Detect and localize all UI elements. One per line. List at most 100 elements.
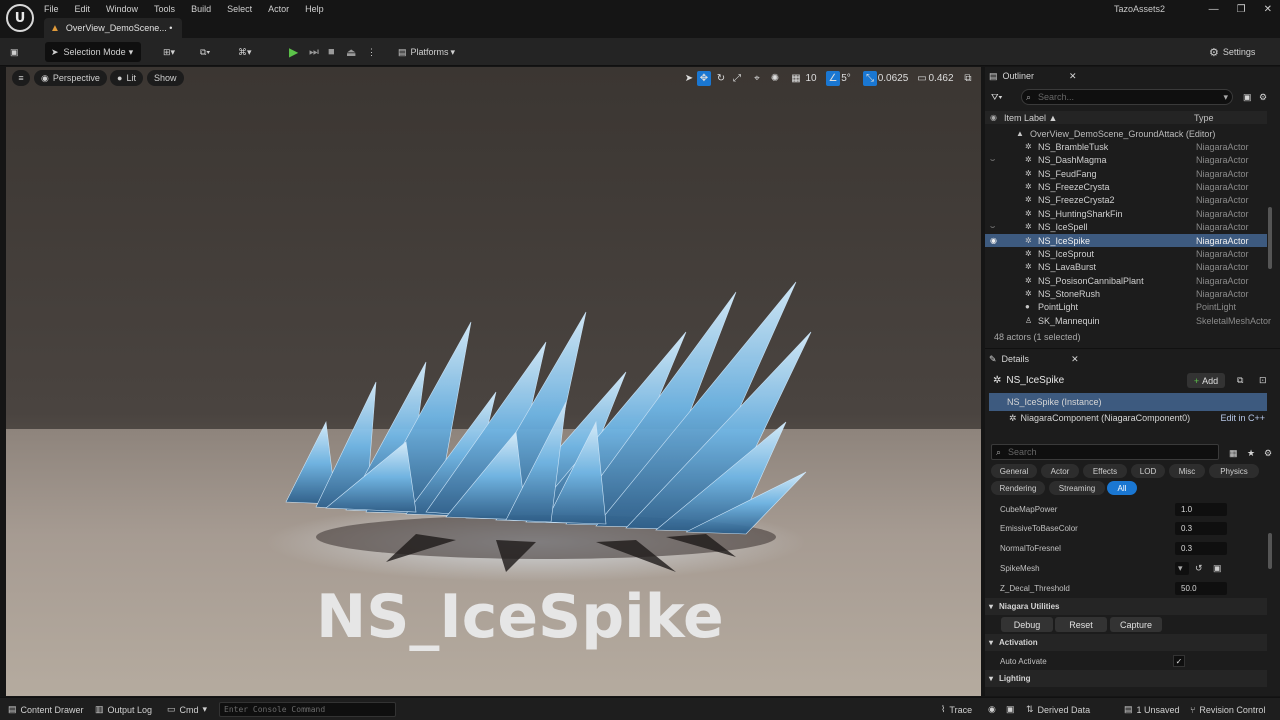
hidden-eye-icon[interactable]: ⌣ xyxy=(990,222,995,232)
category-general[interactable]: General xyxy=(991,464,1037,478)
cmd-button[interactable]: ▭ Cmd ▾ xyxy=(167,702,207,717)
platforms-button[interactable]: ▤ Platforms ▾ xyxy=(398,42,468,62)
section-lighting[interactable]: ▾ Lighting xyxy=(985,670,1267,687)
outliner-row[interactable]: ✲ NS_FreezeCrysta2 NiagaraActor xyxy=(985,193,1267,206)
favorites-star-icon[interactable]: ★ xyxy=(1247,444,1259,462)
blueprint-icon[interactable]: ⧉▾ xyxy=(200,42,224,62)
checkbox-checked-icon[interactable]: ✓ xyxy=(1173,655,1185,667)
menu-help[interactable]: Help xyxy=(305,4,324,14)
menu-file[interactable]: File xyxy=(44,4,59,14)
outliner-scrollbar[interactable] xyxy=(1268,207,1272,269)
add-folder-icon[interactable]: ▣ xyxy=(1243,88,1255,106)
details-search-input[interactable]: ⌕ Search xyxy=(991,444,1219,460)
play-icon[interactable]: ▶ xyxy=(289,42,303,62)
show-button[interactable]: Show xyxy=(147,70,184,86)
menu-tools[interactable]: Tools xyxy=(154,4,175,14)
perspective-button[interactable]: ◉ Perspective xyxy=(34,70,107,86)
outliner-row[interactable]: ♙ SK_Mannequin SkeletalMeshActor xyxy=(985,314,1271,327)
capture-button[interactable]: Capture xyxy=(1110,617,1162,632)
menu-edit[interactable]: Edit xyxy=(75,4,91,14)
add-actor-icon[interactable]: ⊞▾ xyxy=(163,42,187,62)
tab-details[interactable]: ✎ Details ✕ xyxy=(989,350,1089,368)
scale-tool-icon[interactable]: ⤢ xyxy=(730,71,744,86)
outliner-row[interactable]: ✲ NS_LavaBurst NiagaraActor xyxy=(985,260,1267,273)
level-tab[interactable]: ▲ OverView_DemoScene... • xyxy=(44,18,182,38)
col-item-label[interactable]: Item Label ▲ xyxy=(1004,113,1057,123)
close-tab-icon[interactable]: ✕ xyxy=(1069,71,1077,82)
settings-button[interactable]: ⚙ Settings xyxy=(1209,42,1273,62)
level-viewport[interactable]: NS_IceSpike ≡ ◉ Perspective ● Lit Show ➤… xyxy=(6,67,981,696)
maximize-viewport-icon[interactable]: ⧉ xyxy=(961,71,975,86)
translate-tool-icon[interactable]: ✥ xyxy=(697,71,711,86)
minimize-icon[interactable]: — xyxy=(1209,4,1219,15)
derived-data-button[interactable]: ⇅ Derived Data xyxy=(1026,702,1090,717)
unsaved-button[interactable]: ▤ 1 Unsaved xyxy=(1124,702,1180,717)
outliner-settings-icon[interactable]: ⚙ xyxy=(1259,88,1271,106)
record-icon[interactable]: ◉ xyxy=(988,702,996,717)
table-view-icon[interactable]: ▦ xyxy=(1229,444,1241,462)
rotation-snap-icon[interactable]: ∠ xyxy=(826,71,840,86)
save-icon[interactable]: ▣ xyxy=(10,42,24,62)
eject-icon[interactable]: ⏏ xyxy=(346,42,360,62)
lit-button[interactable]: ● Lit xyxy=(110,70,143,86)
content-drawer-button[interactable]: ▤ Content Drawer xyxy=(8,702,84,717)
prop-value-input[interactable]: 0.3 xyxy=(1175,521,1227,535)
category-streaming[interactable]: Streaming xyxy=(1049,481,1105,495)
prop-value-input[interactable]: 1.0 xyxy=(1175,502,1227,516)
add-component-button[interactable]: + Add xyxy=(1187,373,1225,388)
filter-icon[interactable]: ⛛▾ xyxy=(991,88,1015,106)
details-settings-icon[interactable]: ⚙ xyxy=(1264,444,1276,462)
menu-actor[interactable]: Actor xyxy=(268,4,289,14)
rotation-snap-value[interactable]: 5° xyxy=(840,71,852,86)
outliner-row-selected[interactable]: ◉ ✲ NS_IceSpike NiagaraActor xyxy=(985,234,1267,247)
outliner-root-row[interactable]: ▲ OverView_DemoScene_GroundAttack (Edito… xyxy=(985,127,1267,140)
section-activation[interactable]: ▾ Activation xyxy=(985,634,1267,651)
viewport-menu-icon[interactable]: ≡ xyxy=(12,70,30,86)
category-misc[interactable]: Misc xyxy=(1169,464,1205,478)
eye-icon[interactable]: ◉ xyxy=(990,236,997,245)
edit-in-cpp-link[interactable]: Edit in C++ xyxy=(1220,413,1265,423)
category-actor[interactable]: Actor xyxy=(1041,464,1079,478)
play-options-icon[interactable]: ⋮ xyxy=(367,42,376,62)
outliner-row[interactable]: ✲ NS_HuntingSharkFin NiagaraActor xyxy=(985,207,1267,220)
advance-frame-icon[interactable]: ⏭ xyxy=(309,42,323,62)
chevron-down-icon[interactable]: ▾ xyxy=(1178,563,1183,574)
grid-snap-icon[interactable]: ▦ xyxy=(789,71,803,86)
hidden-eye-icon[interactable]: ⌣ xyxy=(990,155,995,165)
reset-button[interactable]: Reset xyxy=(1055,617,1107,632)
outliner-row[interactable]: ✲ NS_IceSprout NiagaraActor xyxy=(985,247,1267,260)
browse-folder-icon[interactable]: ▣ xyxy=(1213,563,1222,574)
outliner-row[interactable]: ⌣ ✲ NS_DashMagma NiagaraActor xyxy=(985,153,1267,166)
revision-control-button[interactable]: ⑂ Revision Control xyxy=(1190,702,1265,717)
details-scrollbar[interactable] xyxy=(1268,533,1272,569)
debug-button[interactable]: Debug xyxy=(1001,617,1053,632)
menu-build[interactable]: Build xyxy=(191,4,211,14)
camera-speed-value[interactable]: 0.462 xyxy=(928,71,954,86)
category-physics[interactable]: Physics xyxy=(1209,464,1259,478)
prop-value-input[interactable]: 50.0 xyxy=(1175,581,1227,595)
outliner-row[interactable]: ✲ NS_FeudFang NiagaraActor xyxy=(985,167,1267,180)
coordinate-space-icon[interactable]: ⌖ xyxy=(750,71,764,86)
stop-icon[interactable]: ■ xyxy=(328,42,342,62)
stats-icon[interactable]: ▣ xyxy=(1006,702,1015,717)
tab-outliner[interactable]: ▤ Outliner ✕ xyxy=(989,67,1089,85)
col-type[interactable]: Type xyxy=(1194,113,1214,123)
menu-window[interactable]: Window xyxy=(106,4,138,14)
close-tab-icon[interactable]: ✕ xyxy=(1071,354,1079,365)
trace-button[interactable]: ⌇ Trace xyxy=(941,702,972,717)
outliner-row[interactable]: ✲ NS_FreezeCrysta NiagaraActor xyxy=(985,180,1267,193)
reset-arrow-icon[interactable]: ↺ xyxy=(1195,563,1203,574)
category-all[interactable]: All xyxy=(1107,481,1137,495)
outliner-row[interactable]: ✲ NS_BrambleTusk NiagaraActor xyxy=(985,140,1267,153)
surface-snap-icon[interactable]: ✺ xyxy=(768,71,782,86)
select-tool-icon[interactable]: ➤ xyxy=(682,71,696,86)
lock-icon[interactable]: ⊡ xyxy=(1259,371,1271,389)
prop-value-input[interactable]: 0.3 xyxy=(1175,541,1227,555)
scale-snap-icon[interactable]: ⤡ xyxy=(863,71,877,86)
blueprint-add-icon[interactable]: ⧉ xyxy=(1237,371,1249,389)
camera-speed-icon[interactable]: ▭ xyxy=(916,71,928,86)
outliner-search-input[interactable]: ⌕ Search... ▾ xyxy=(1021,89,1233,105)
component-row[interactable]: ✲ NiagaraComponent (NiagaraComponent0) E… xyxy=(1009,409,1267,427)
grid-size-value[interactable]: 10 xyxy=(804,71,818,86)
category-effects[interactable]: Effects xyxy=(1083,464,1127,478)
